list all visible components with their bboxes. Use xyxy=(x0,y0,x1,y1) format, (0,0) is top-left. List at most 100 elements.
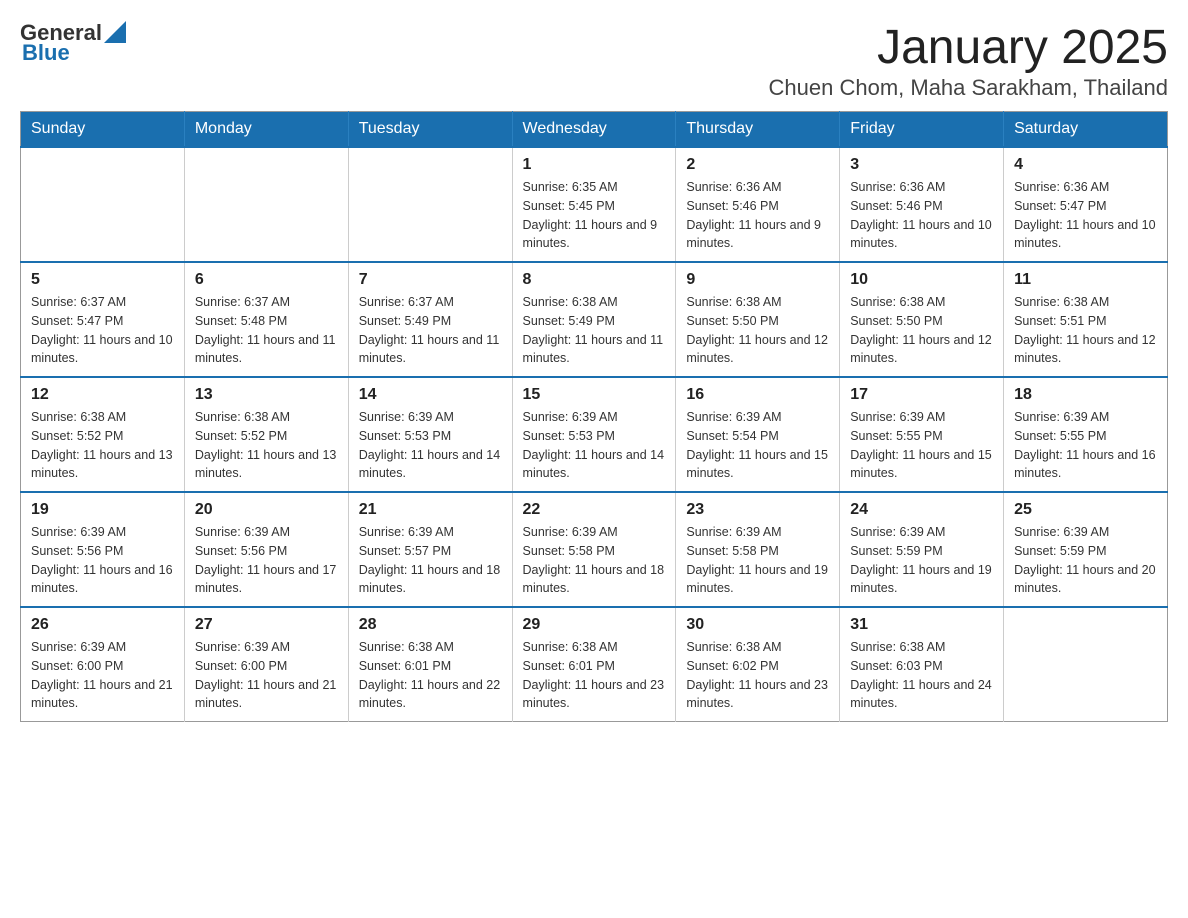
calendar-cell: 26Sunrise: 6:39 AMSunset: 6:00 PMDayligh… xyxy=(21,607,185,722)
logo: General Blue xyxy=(20,20,126,66)
day-number: 30 xyxy=(686,616,829,634)
calendar-cell xyxy=(184,147,348,262)
day-number: 15 xyxy=(523,386,666,404)
calendar-cell: 10 Sunrise: 6:38 AMSunset: 5:50 PMDayligh… xyxy=(840,262,1004,377)
calendar-header-tuesday: Tuesday xyxy=(348,112,512,148)
calendar-cell: 11 Sunrise: 6:38 AMSunset: 5:51 PMDayligh… xyxy=(1004,262,1168,377)
day-number: 1 xyxy=(523,156,666,174)
calendar-cell: 7 Sunrise: 6:37 AMSunset: 5:49 PMDaylight… xyxy=(348,262,512,377)
day-number: 19 xyxy=(31,501,174,519)
day-number: 31 xyxy=(850,616,993,634)
calendar-header-monday: Monday xyxy=(184,112,348,148)
day-number: 16 xyxy=(686,386,829,404)
calendar-week-row: 5 Sunrise: 6:37 AMSunset: 5:47 PMDaylight… xyxy=(21,262,1168,377)
calendar-cell: 22 Sunrise: 6:39 AMSunset: 5:58 PMDayligh… xyxy=(512,492,676,607)
day-info: Sunrise: 6:39 AMSunset: 5:56 PMDaylight:… xyxy=(195,523,338,598)
day-info: Sunrise: 6:36 AMSunset: 5:47 PMDaylight:… xyxy=(1014,178,1157,253)
day-number: 28 xyxy=(359,616,502,634)
day-number: 29 xyxy=(523,616,666,634)
page-title: January 2025 xyxy=(769,20,1168,75)
day-number: 24 xyxy=(850,501,993,519)
calendar-cell: 4 Sunrise: 6:36 AMSunset: 5:47 PMDaylight… xyxy=(1004,147,1168,262)
day-info: Sunrise: 6:39 AMSunset: 6:00 PMDaylight:… xyxy=(195,638,338,713)
day-number: 12 xyxy=(31,386,174,404)
day-number: 4 xyxy=(1014,156,1157,174)
day-number: 11 xyxy=(1014,271,1157,289)
calendar-cell: 1 Sunrise: 6:35 AMSunset: 5:45 PMDaylight… xyxy=(512,147,676,262)
day-info: Sunrise: 6:37 AMSunset: 5:49 PMDaylight:… xyxy=(359,293,502,368)
day-number: 17 xyxy=(850,386,993,404)
calendar-cell: 20 Sunrise: 6:39 AMSunset: 5:56 PMDayligh… xyxy=(184,492,348,607)
day-info: Sunrise: 6:39 AMSunset: 5:57 PMDaylight:… xyxy=(359,523,502,598)
day-info: Sunrise: 6:38 AMSunset: 6:02 PMDaylight:… xyxy=(686,638,829,713)
calendar-header-friday: Friday xyxy=(840,112,1004,148)
calendar-cell: 21 Sunrise: 6:39 AMSunset: 5:57 PMDayligh… xyxy=(348,492,512,607)
day-info: Sunrise: 6:38 AMSunset: 5:50 PMDaylight:… xyxy=(850,293,993,368)
day-info: Sunrise: 6:37 AMSunset: 5:48 PMDaylight:… xyxy=(195,293,338,368)
day-number: 22 xyxy=(523,501,666,519)
day-info: Sunrise: 6:38 AMSunset: 5:51 PMDaylight:… xyxy=(1014,293,1157,368)
day-info: Sunrise: 6:38 AMSunset: 6:01 PMDaylight:… xyxy=(523,638,666,713)
day-info: Sunrise: 6:39 AMSunset: 5:58 PMDaylight:… xyxy=(686,523,829,598)
calendar-header-sunday: Sunday xyxy=(21,112,185,148)
day-info: Sunrise: 6:39 AMSunset: 5:59 PMDaylight:… xyxy=(1014,523,1157,598)
day-info: Sunrise: 6:35 AMSunset: 5:45 PMDaylight:… xyxy=(523,178,666,253)
calendar-table: SundayMondayTuesdayWednesdayThursdayFrid… xyxy=(20,111,1168,722)
day-number: 3 xyxy=(850,156,993,174)
calendar-cell: 19Sunrise: 6:39 AMSunset: 5:56 PMDayligh… xyxy=(21,492,185,607)
calendar-cell: 9Sunrise: 6:38 AMSunset: 5:50 PMDaylight… xyxy=(676,262,840,377)
calendar-cell: 12 Sunrise: 6:38 AMSunset: 5:52 PMDayligh… xyxy=(21,377,185,492)
calendar-week-row: 26 Sunrise: 6:39 AMSunset: 6:00 PMDayligh… xyxy=(21,607,1168,722)
calendar-cell: 16 Sunrise: 6:39 AMSunset: 5:54 PMDayligh… xyxy=(676,377,840,492)
day-number: 27 xyxy=(195,616,338,634)
day-number: 26 xyxy=(31,616,174,634)
page-header: General Blue January 2025 Chuen Chom, Ma… xyxy=(20,20,1168,101)
logo-blue-text: Blue xyxy=(22,40,70,66)
day-number: 6 xyxy=(195,271,338,289)
calendar-cell: 23Sunrise: 6:39 AMSunset: 5:58 PMDayligh… xyxy=(676,492,840,607)
day-info: Sunrise: 6:36 AMSunset: 5:46 PMDaylight:… xyxy=(850,178,993,253)
day-info: Sunrise: 6:39 AMSunset: 5:55 PMDaylight:… xyxy=(1014,408,1157,483)
day-info: Sunrise: 6:39 AMSunset: 5:54 PMDaylight:… xyxy=(686,408,829,483)
title-section: January 2025 Chuen Chom, Maha Sarakham, … xyxy=(769,20,1168,101)
calendar-header-wednesday: Wednesday xyxy=(512,112,676,148)
calendar-cell: 2Sunrise: 6:36 AMSunset: 5:46 PMDaylight… xyxy=(676,147,840,262)
calendar-cell: 24 Sunrise: 6:39 AMSunset: 5:59 PMDayligh… xyxy=(840,492,1004,607)
day-info: Sunrise: 6:38 AMSunset: 5:52 PMDaylight:… xyxy=(31,408,174,483)
calendar-cell: 5 Sunrise: 6:37 AMSunset: 5:47 PMDaylight… xyxy=(21,262,185,377)
day-info: Sunrise: 6:39 AMSunset: 5:53 PMDaylight:… xyxy=(359,408,502,483)
day-number: 25 xyxy=(1014,501,1157,519)
day-info: Sunrise: 6:36 AMSunset: 5:46 PMDaylight:… xyxy=(686,178,829,253)
logo-triangle-icon xyxy=(104,21,126,43)
calendar-week-row: 12 Sunrise: 6:38 AMSunset: 5:52 PMDayligh… xyxy=(21,377,1168,492)
calendar-header-thursday: Thursday xyxy=(676,112,840,148)
day-number: 21 xyxy=(359,501,502,519)
calendar-cell: 29 Sunrise: 6:38 AMSunset: 6:01 PMDayligh… xyxy=(512,607,676,722)
calendar-cell xyxy=(348,147,512,262)
calendar-cell: 30 Sunrise: 6:38 AMSunset: 6:02 PMDayligh… xyxy=(676,607,840,722)
day-number: 20 xyxy=(195,501,338,519)
day-info: Sunrise: 6:37 AMSunset: 5:47 PMDaylight:… xyxy=(31,293,174,368)
calendar-cell: 25 Sunrise: 6:39 AMSunset: 5:59 PMDayligh… xyxy=(1004,492,1168,607)
calendar-cell: 8Sunrise: 6:38 AMSunset: 5:49 PMDaylight… xyxy=(512,262,676,377)
calendar-cell: 17 Sunrise: 6:39 AMSunset: 5:55 PMDayligh… xyxy=(840,377,1004,492)
day-number: 18 xyxy=(1014,386,1157,404)
day-number: 5 xyxy=(31,271,174,289)
day-number: 10 xyxy=(850,271,993,289)
calendar-header-saturday: Saturday xyxy=(1004,112,1168,148)
calendar-cell xyxy=(1004,607,1168,722)
page-subtitle: Chuen Chom, Maha Sarakham, Thailand xyxy=(769,75,1168,101)
day-number: 7 xyxy=(359,271,502,289)
calendar-cell: 18 Sunrise: 6:39 AMSunset: 5:55 PMDayligh… xyxy=(1004,377,1168,492)
day-info: Sunrise: 6:39 AMSunset: 5:55 PMDaylight:… xyxy=(850,408,993,483)
day-number: 14 xyxy=(359,386,502,404)
calendar-cell: 6 Sunrise: 6:37 AMSunset: 5:48 PMDaylight… xyxy=(184,262,348,377)
calendar-cell: 31Sunrise: 6:38 AMSunset: 6:03 PMDayligh… xyxy=(840,607,1004,722)
calendar-cell: 27 Sunrise: 6:39 AMSunset: 6:00 PMDayligh… xyxy=(184,607,348,722)
day-info: Sunrise: 6:38 AMSunset: 5:52 PMDaylight:… xyxy=(195,408,338,483)
day-number: 13 xyxy=(195,386,338,404)
calendar-cell: 13 Sunrise: 6:38 AMSunset: 5:52 PMDayligh… xyxy=(184,377,348,492)
calendar-cell: 14 Sunrise: 6:39 AMSunset: 5:53 PMDayligh… xyxy=(348,377,512,492)
day-info: Sunrise: 6:39 AMSunset: 5:59 PMDaylight:… xyxy=(850,523,993,598)
day-info: Sunrise: 6:39 AMSunset: 5:58 PMDaylight:… xyxy=(523,523,666,598)
